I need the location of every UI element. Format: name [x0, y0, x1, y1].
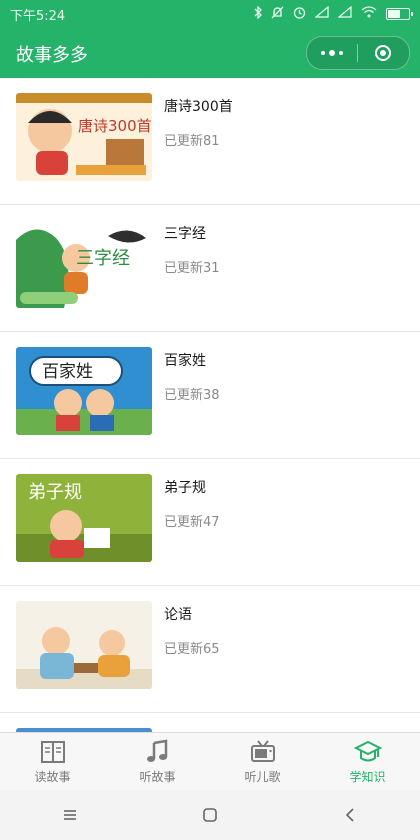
tab-label: 听儿歌 — [244, 770, 281, 784]
music-note-icon — [146, 739, 167, 762]
item-title: 论语 — [164, 607, 192, 623]
battery-icon — [386, 8, 413, 20]
close-circle-icon[interactable] — [358, 37, 408, 69]
cover-text: 三字经 — [76, 248, 130, 269]
tv-icon — [250, 740, 275, 762]
signal-icon — [337, 5, 352, 22]
item-title: 百家姓 — [164, 353, 206, 369]
more-dots-icon[interactable] — [307, 37, 357, 69]
status-bar: 下午5:24 — [0, 0, 420, 28]
course-list: 唐诗300首 唐诗300首 已更新81 三字经 三字经 已更新31 百家姓 百家… — [0, 78, 420, 732]
cover-image: 三字经 — [16, 220, 152, 308]
item-update-count: 已更新65 — [164, 642, 220, 657]
back-icon[interactable] — [335, 800, 365, 830]
item-update-count: 已更新81 — [164, 134, 220, 149]
cover-image: 百家姓 — [16, 347, 152, 435]
tab-read-story[interactable]: 读故事 — [0, 733, 105, 791]
alarm-icon — [293, 6, 306, 23]
mute-icon — [271, 6, 284, 23]
list-item[interactable]: 三字经 三字经 已更新31 — [0, 205, 420, 332]
cover-image: 唐诗300首 — [16, 93, 152, 181]
cover-image: 弟子规 — [16, 474, 152, 562]
signal-icon — [314, 5, 329, 22]
tab-label: 学知识 — [349, 770, 386, 784]
system-nav-bar — [0, 790, 420, 840]
tab-label: 听故事 — [139, 770, 176, 784]
list-item[interactable] — [0, 713, 420, 732]
menu-icon[interactable] — [55, 800, 85, 830]
status-icons — [254, 4, 413, 23]
tab-listen-story[interactable]: 听故事 — [105, 733, 210, 791]
status-time: 下午5:24 — [10, 8, 66, 24]
page-title: 故事多多 — [16, 45, 88, 66]
cover-image — [16, 601, 152, 689]
tab-label: 读故事 — [34, 770, 71, 784]
home-icon[interactable] — [195, 800, 225, 830]
item-update-count: 已更新47 — [164, 515, 220, 530]
item-title: 唐诗300首 — [164, 99, 233, 115]
cover-text: 唐诗300首 — [78, 117, 152, 135]
item-update-count: 已更新38 — [164, 388, 220, 403]
mini-program-capsule — [306, 36, 410, 70]
book-icon — [40, 741, 65, 763]
item-title: 三字经 — [164, 226, 206, 242]
cover-text: 百家姓 — [42, 362, 93, 382]
wifi-icon — [361, 6, 377, 22]
item-title: 弟子规 — [164, 480, 206, 496]
item-update-count: 已更新31 — [164, 261, 220, 276]
bluetooth-icon — [254, 4, 262, 23]
tab-listen-songs[interactable]: 听儿歌 — [210, 733, 315, 791]
list-item[interactable]: 百家姓 百家姓 已更新38 — [0, 332, 420, 459]
graduation-cap-icon — [353, 740, 382, 762]
tab-learn-knowledge[interactable]: 学知识 — [315, 733, 420, 791]
list-item[interactable]: 唐诗300首 唐诗300首 已更新81 — [0, 78, 420, 205]
cover-text: 弟子规 — [28, 482, 82, 503]
list-item[interactable]: 论语 已更新65 — [0, 586, 420, 713]
tab-bar: 读故事 听故事 听儿歌 学知识 — [0, 732, 420, 791]
list-item[interactable]: 弟子规 弟子规 已更新47 — [0, 459, 420, 586]
nav-bar: 故事多多 — [0, 28, 420, 78]
